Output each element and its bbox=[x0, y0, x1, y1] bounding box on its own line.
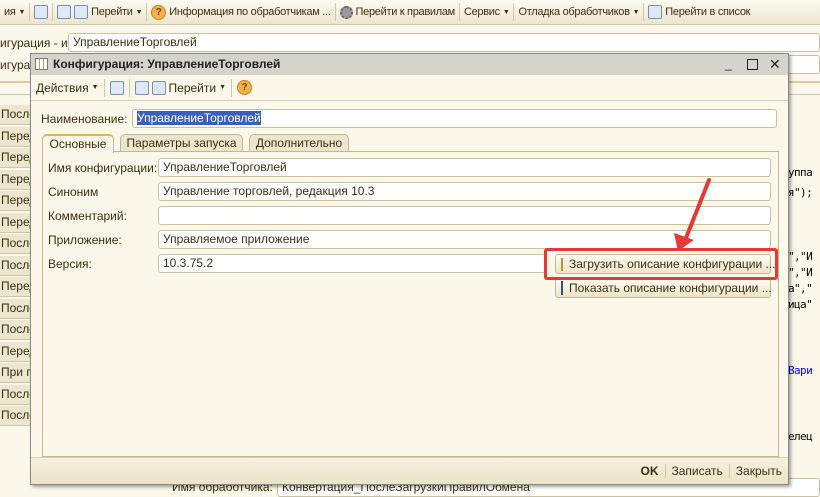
service-menu[interactable]: Сервис ▼ bbox=[460, 3, 515, 21]
handlers-info-button[interactable]: ? Информация по обработчикам ... bbox=[147, 3, 336, 21]
close-dialog-button[interactable]: Закрыть bbox=[730, 464, 782, 478]
tab-additional[interactable]: Дополнительно bbox=[249, 134, 349, 152]
field-label: Комментарий: bbox=[48, 209, 127, 223]
save-button[interactable]: Записать bbox=[666, 464, 730, 478]
list-item[interactable]: Перед bbox=[0, 126, 36, 147]
actions-label: Действия bbox=[36, 80, 89, 95]
goto-label: Перейти bbox=[168, 80, 217, 95]
name-value-selected: УправлениеТорговлей bbox=[137, 111, 261, 125]
list-item[interactable]: После bbox=[0, 298, 36, 319]
code-line: елец bbox=[788, 430, 813, 443]
service-label: Сервис bbox=[463, 6, 500, 18]
list-item[interactable]: После bbox=[0, 234, 36, 254]
help-icon: ? bbox=[237, 80, 253, 95]
list-item[interactable]: После bbox=[0, 406, 36, 426]
menu-label: ия bbox=[4, 6, 16, 18]
back-button[interactable] bbox=[30, 3, 54, 21]
goto-rules-button[interactable]: Перейти к правилам bbox=[336, 3, 460, 21]
code-line: Вари bbox=[788, 364, 813, 377]
handlers-info-label: Информация по обработчикам ... bbox=[169, 6, 331, 18]
dialog-toolbar: Действия ▼ Перейти ▼ ? bbox=[31, 75, 788, 101]
code-line: а"," bbox=[788, 282, 813, 295]
debug-menu[interactable]: Отладка обработчиков ▼ bbox=[514, 3, 645, 21]
goto-label: Перейти bbox=[91, 6, 133, 18]
refresh-icon bbox=[57, 5, 72, 19]
document-icon bbox=[561, 281, 563, 295]
list-item[interactable]: Перед bbox=[0, 169, 36, 190]
actions-menu[interactable]: Действия ▼ bbox=[31, 78, 105, 97]
field-label: Приложение: bbox=[48, 233, 122, 247]
code-line: ица" bbox=[788, 298, 813, 311]
show-button-label: Показать описание конфигурации ... bbox=[569, 281, 772, 295]
list-back-icon bbox=[109, 80, 124, 95]
list-item[interactable]: Перед bbox=[0, 341, 36, 362]
field-label: Имя конфигурации: bbox=[48, 161, 158, 175]
dropdown-icon: ▼ bbox=[502, 8, 510, 16]
list-item[interactable]: После bbox=[0, 384, 36, 405]
goto-menu[interactable]: Перейти ▼ bbox=[53, 3, 148, 21]
add-icon bbox=[151, 80, 166, 95]
dropdown-icon: ▼ bbox=[219, 84, 227, 91]
field-label: Синоним bbox=[48, 185, 99, 199]
back-button[interactable] bbox=[105, 78, 130, 97]
dialog-title-bar: Конфигурация: УправлениеТорговлей _ ✕ bbox=[31, 54, 788, 75]
list-item[interactable]: Перед bbox=[0, 191, 36, 211]
debug-label: Отладка обработчиков bbox=[518, 6, 630, 18]
dropdown-icon: ▼ bbox=[135, 8, 143, 16]
gear-icon bbox=[339, 5, 353, 19]
close-button[interactable]: ✕ bbox=[769, 54, 781, 75]
list-icon bbox=[648, 5, 663, 19]
dropdown-icon: ▼ bbox=[632, 8, 640, 16]
list-item[interactable]: Перед bbox=[0, 277, 36, 297]
main-toolbar: ия ▼ Перейти ▼ ? Информация по обработчикам… bbox=[0, 0, 820, 25]
list-item[interactable]: После bbox=[0, 255, 36, 276]
dropdown-icon: ▼ bbox=[91, 84, 99, 91]
code-line: уппа bbox=[788, 166, 813, 179]
window-icon bbox=[35, 58, 48, 70]
name-label: Наименование: bbox=[41, 112, 128, 126]
help-button[interactable]: ? bbox=[232, 79, 257, 97]
field-label: Версия: bbox=[48, 257, 92, 271]
list-item[interactable]: После bbox=[0, 320, 36, 340]
source-field[interactable]: УправлениеТорговлей bbox=[68, 33, 820, 52]
dialog-footer: OK Записать Закрыть bbox=[31, 457, 788, 484]
list-item[interactable]: После bbox=[0, 105, 36, 125]
maximize-button[interactable] bbox=[747, 59, 758, 70]
goto-menu[interactable]: Перейти ▼ bbox=[130, 78, 233, 97]
add-icon bbox=[74, 5, 89, 19]
code-line: ","И bbox=[788, 266, 813, 279]
code-line: я"); bbox=[788, 186, 813, 199]
dialog-title: Конфигурация: УправлениеТорговлей bbox=[53, 57, 281, 71]
ok-button[interactable]: OK bbox=[635, 464, 666, 478]
tab-main[interactable]: Основные bbox=[42, 134, 114, 153]
list-item[interactable]: При п bbox=[0, 363, 33, 383]
help-icon: ? bbox=[151, 4, 167, 20]
dropdown-icon: ▼ bbox=[18, 8, 26, 16]
refresh-icon bbox=[134, 80, 149, 95]
name-field[interactable]: УправлениеТорговлей bbox=[132, 109, 777, 128]
show-config-description-button[interactable]: Показать описание конфигурации ... bbox=[555, 278, 772, 298]
list-back-icon bbox=[34, 5, 49, 19]
toolbar-menu[interactable]: ия ▼ bbox=[0, 3, 31, 21]
list-item[interactable]: Перед bbox=[0, 212, 36, 233]
field-input[interactable]: 10.3.75.2 bbox=[158, 254, 546, 273]
code-line: ","И bbox=[788, 250, 813, 263]
list-item[interactable]: Перед bbox=[0, 148, 36, 168]
annotation-arrow-icon bbox=[674, 178, 711, 251]
tab-launch-params[interactable]: Параметры запуска bbox=[120, 134, 243, 152]
goto-rules-label: Перейти к правилам bbox=[355, 6, 456, 18]
goto-list-label: Перейти в список bbox=[665, 6, 751, 18]
goto-list-button[interactable]: Перейти в список bbox=[644, 3, 754, 21]
minimize-button[interactable]: _ bbox=[725, 54, 732, 75]
